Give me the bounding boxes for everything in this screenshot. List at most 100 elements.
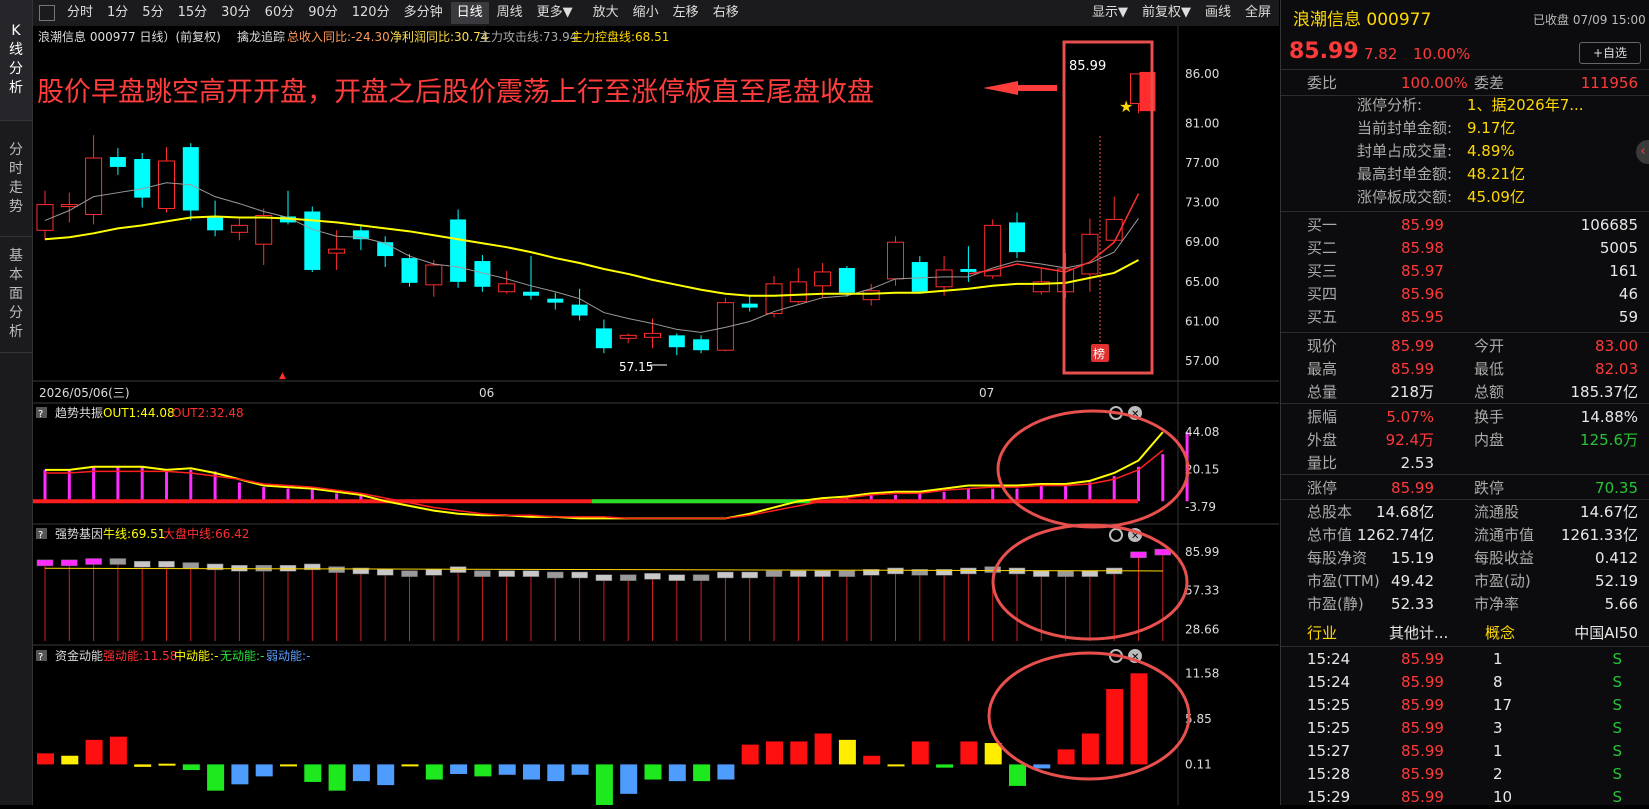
- candle-body-up: [498, 283, 516, 293]
- tick-volume: 1: [1493, 650, 1503, 668]
- limit-analysis-row: 当前封单金额: 9.17亿: [1281, 116, 1649, 140]
- quote-value: 218万: [1390, 383, 1434, 401]
- momentum-bar: [960, 741, 978, 765]
- option-button-1[interactable]: 前复权▼: [1136, 2, 1197, 24]
- momentum-bar: [280, 764, 297, 767]
- market-midline-label: 大盘中线:66.42: [163, 526, 249, 541]
- momentum-bar: [255, 764, 273, 777]
- momentum-bar: [498, 764, 516, 775]
- period-button-8[interactable]: 多分钟: [398, 2, 449, 24]
- out1-label: OUT1:44.08: [103, 406, 175, 420]
- gene-bar: [255, 565, 272, 572]
- annotation-text: 股价早盘跳空高开开盘，开盘之后股价震荡上行至涨停板直至尾盘收盘: [37, 77, 874, 108]
- gene-bar: [838, 570, 856, 577]
- bull-line-label: 牛线:69.51: [103, 526, 165, 541]
- industry-label: 行业: [1307, 624, 1338, 642]
- limit-analysis-key: 涨停板成交额:: [1357, 188, 1453, 206]
- tab-fundamentals[interactable]: 基本面分析: [0, 237, 32, 353]
- limit-analysis-key: 封单占成交量:: [1357, 142, 1453, 160]
- bid-price: 85.98: [1401, 239, 1444, 257]
- profit-yoy: 净利润同比:30.74: [390, 30, 488, 44]
- candle-body-up: [60, 204, 78, 208]
- tab-label: 基本面分析: [9, 248, 23, 340]
- candle-body-down: [1009, 222, 1025, 253]
- action-button-3[interactable]: 右移: [707, 2, 745, 24]
- quote-key: 总额: [1474, 383, 1505, 401]
- fundamental-value: 1261.33亿: [1560, 526, 1638, 544]
- tick-price: 85.99: [1401, 788, 1444, 806]
- candle-body-down: [693, 339, 710, 351]
- display-options: 显示▼ 前复权▼ 画线 全屏: [1086, 2, 1279, 24]
- fundamental-key: 市净率: [1474, 595, 1520, 613]
- period-button-10[interactable]: 周线: [491, 2, 529, 24]
- momentum-bar: [425, 764, 443, 780]
- tab-intraday[interactable]: 分时走势: [0, 121, 32, 237]
- fundamental-key: 每股收益: [1474, 549, 1535, 567]
- candle-body-up: [789, 281, 807, 303]
- toggle-checkbox[interactable]: [39, 5, 55, 21]
- weak-momentum-label: 弱动能:-: [266, 649, 310, 663]
- limit-analysis-value: 4.89%: [1467, 142, 1515, 160]
- period-button-7[interactable]: 120分: [346, 2, 396, 24]
- add-watchlist-button[interactable]: +自选: [1579, 42, 1641, 64]
- stat-value: 92.4万: [1385, 431, 1434, 449]
- fundamental-key: 市盈(静): [1307, 595, 1364, 613]
- period-button-1[interactable]: 1分: [101, 2, 134, 24]
- period-button-2[interactable]: 5分: [136, 2, 169, 24]
- pane2-header: ? 强势基因 牛线:69.51 大盘中线:66.42: [36, 526, 249, 541]
- gene-bar: [85, 558, 102, 565]
- quote-value: 85.99: [1391, 337, 1434, 355]
- action-button-1[interactable]: 缩小: [627, 2, 665, 24]
- momentum-bar: [766, 741, 783, 765]
- momentum-bar: [620, 764, 638, 794]
- momentum-bar: [741, 744, 759, 765]
- tick-row: 15:24 85.99 8 S: [1281, 670, 1649, 694]
- low-price-label: 57.15: [619, 360, 653, 374]
- candle-body-down: [377, 242, 394, 257]
- stock-name: 浪潮信息 000977: [1293, 10, 1432, 30]
- gene-bar: [328, 566, 345, 573]
- chart-stock-label: 浪潮信息 000977 日线）(前复权): [38, 29, 221, 44]
- indicator-name: 擒龙追踪: [237, 29, 285, 44]
- tick-price: 85.99: [1401, 673, 1444, 691]
- momentum-bar: [352, 764, 370, 782]
- concept-value[interactable]: 中国AI50: [1574, 621, 1638, 645]
- bid-price: 85.99: [1401, 216, 1444, 234]
- tick-price: 85.99: [1401, 650, 1444, 668]
- period-button-4[interactable]: 30分: [215, 2, 257, 24]
- tab-kline-analysis[interactable]: K线分析: [0, 0, 32, 121]
- gene-bar: [668, 574, 686, 581]
- option-button-2[interactable]: 画线: [1199, 2, 1237, 24]
- period-button-0[interactable]: 分时: [61, 2, 99, 24]
- fundamental-value: 14.67亿: [1580, 503, 1638, 521]
- no-momentum-label: 无动能:-: [220, 649, 264, 663]
- quote-key: 总量: [1307, 383, 1338, 401]
- option-button-3[interactable]: 全屏: [1239, 2, 1277, 24]
- quote-key: 现价: [1307, 337, 1338, 355]
- industry-value[interactable]: 其他计...: [1389, 621, 1448, 645]
- period-button-5[interactable]: 60分: [259, 2, 301, 24]
- chart-area[interactable]: 浪潮信息 000977 日线）(前复权) 擒龙追踪 总收入同比:-24.30 净…: [33, 26, 1279, 805]
- bid-price: 85.96: [1401, 285, 1444, 303]
- period-button-9[interactable]: 日线: [450, 2, 489, 24]
- action-button-0[interactable]: 放大: [587, 2, 625, 24]
- bid-row: 买一 85.99 106685: [1281, 213, 1649, 237]
- period-button-3[interactable]: 15分: [172, 2, 214, 24]
- option-button-0[interactable]: 显示▼: [1086, 2, 1134, 24]
- stat-value: 5.07%: [1386, 408, 1434, 426]
- momentum-bar: [401, 764, 419, 767]
- period-button-11[interactable]: 更多▼: [531, 2, 579, 24]
- list-badge-label: 榜: [1093, 346, 1105, 361]
- action-button-2[interactable]: 左移: [667, 2, 705, 24]
- limit-analysis-row: 最高封单金额: 48.21亿: [1281, 162, 1649, 186]
- candle-body-up: [328, 248, 346, 254]
- stat-key: 量比: [1307, 454, 1338, 472]
- candle-body-up: [36, 204, 54, 231]
- tick-volume: 1: [1493, 742, 1503, 760]
- momentum-bar: [911, 741, 929, 765]
- candle-body-down: [838, 267, 855, 293]
- price-tick: 81.00: [1185, 116, 1219, 130]
- period-button-6[interactable]: 90分: [302, 2, 344, 24]
- gene-bar: [401, 570, 418, 577]
- weibi-value: 100.00%: [1401, 74, 1468, 92]
